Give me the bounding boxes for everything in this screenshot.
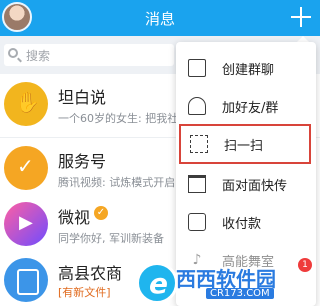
play-icon: [4, 202, 48, 246]
chat-name: 微视: [58, 208, 91, 227]
chat-name: 坦白说: [58, 88, 107, 107]
page-title: 消息: [144, 10, 175, 28]
verified-icon: ✓: [94, 206, 108, 220]
group-chat-icon: [188, 59, 206, 77]
raised-hand-icon: [4, 82, 48, 126]
id-card-icon: [4, 258, 48, 302]
menu-item-face-to-face[interactable]: 面对面快传: [176, 164, 316, 204]
header-bar: 消息: [0, 0, 320, 36]
menu-item-create-group[interactable]: 创建群聊: [176, 48, 316, 88]
chat-snippet: 腾讯视频: 试炼模式开启: [58, 176, 176, 189]
menu-item-scan[interactable]: 扫一扫: [179, 124, 311, 164]
menu-label: 扫一扫: [224, 139, 264, 154]
menu-label: 面对面快传: [222, 179, 288, 194]
watermark-url: CR173.COM: [206, 288, 274, 299]
watermark-logo-icon: [136, 262, 178, 304]
menu-item-payment[interactable]: 收付款: [176, 202, 316, 242]
search-placeholder: 搜索: [26, 49, 51, 63]
menu-label: 创建群聊: [222, 63, 275, 78]
plus-button[interactable]: [288, 4, 314, 30]
menu-item-add-friend[interactable]: 加好友/群: [176, 86, 316, 126]
add-friend-icon: [188, 97, 206, 115]
chat-snippet: 同学你好, 军训新装备: [58, 232, 164, 245]
unread-badge: 1: [298, 258, 312, 272]
search-input[interactable]: 搜索: [4, 44, 174, 66]
menu-label: 收付款: [222, 217, 262, 232]
checkmark-badge-icon: [4, 146, 48, 190]
chat-name: 高县农商: [58, 264, 123, 283]
menu-label: 加好友/群: [222, 101, 279, 116]
folder-transfer-icon: [188, 175, 206, 193]
watermark: 西西软件园 CR173.COM: [136, 260, 320, 306]
scan-icon: [190, 135, 208, 153]
search-icon: [8, 48, 18, 58]
payment-icon: [188, 213, 206, 231]
chat-snippet: 一个60岁的女生: 把我社交: [58, 112, 178, 125]
chat-name: 服务号: [58, 152, 107, 171]
